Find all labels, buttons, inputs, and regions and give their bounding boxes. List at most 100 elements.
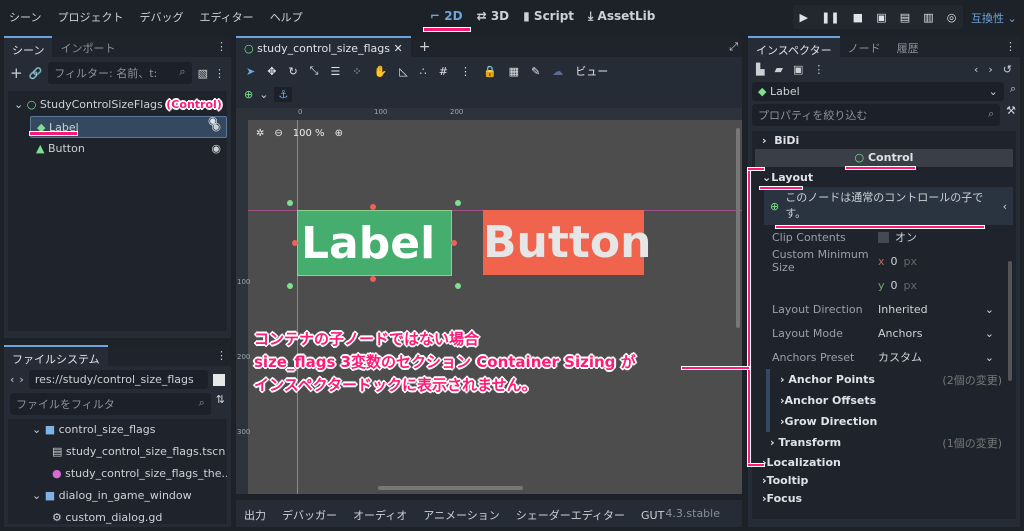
section-grow-direction[interactable]: › Grow Direction	[766, 411, 1016, 432]
workspace-assetlib[interactable]: ⤓ AssetLib	[588, 9, 655, 24]
horizontal-scrollbar[interactable]	[378, 486, 523, 490]
section-transform[interactable]: › Transform (1個の変更)	[752, 432, 1016, 453]
play-icon[interactable]: ▶	[800, 11, 808, 24]
file-item[interactable]: ▤ study_control_size_flags.tscn	[8, 441, 227, 463]
min-size-x-field[interactable]: x 0 px	[872, 250, 1000, 272]
file-item[interactable]: ⌄ ■ control_size_flags	[8, 419, 227, 441]
property-filter-input[interactable]: プロパティを絞り込む	[758, 107, 867, 123]
fullscreen-icon[interactable]: ⤢	[725, 36, 742, 57]
canvas-viewport[interactable]: 0 100 200 100 200 300 ✲ ⊖ 100 % ⊕ Label Button	[236, 108, 742, 494]
menu-icon[interactable]: ⋮	[212, 36, 231, 57]
back-icon[interactable]: ‹	[974, 63, 978, 76]
file-item[interactable]: ● study_control_size_flags_the...	[8, 463, 227, 485]
close-icon[interactable]: ✕	[393, 42, 402, 55]
section-anchor-points[interactable]: › Anchor Points (2個の変更)	[766, 369, 1016, 390]
file-item[interactable]: ⌄ ■ dialog_in_game_window	[8, 485, 227, 507]
section-localization[interactable]: › Localization	[752, 453, 1016, 471]
menu-scene[interactable]: シーン	[9, 11, 41, 24]
tab-debugger[interactable]: デバッガー	[282, 509, 337, 522]
tab-node[interactable]: ノード	[840, 36, 889, 57]
doc-icon[interactable]: ⌕	[1010, 82, 1016, 101]
scene-filter-input[interactable]: フィルター: 名前、t:	[54, 65, 157, 81]
visibility-icon[interactable]: ◉	[211, 138, 221, 160]
zoom-out-icon[interactable]: ⊖	[274, 128, 282, 139]
anchor-icon[interactable]: ⚓	[274, 87, 293, 102]
file-item[interactable]: ⚙ custom_dialog.gd	[8, 507, 227, 524]
workspace-script[interactable]: ▮ Script	[523, 9, 574, 24]
select-tool-icon[interactable]: ➤	[246, 65, 255, 78]
workspace-2d[interactable]: ⌐ 2D	[430, 9, 463, 24]
tab-filesystem[interactable]: ファイルシステム	[4, 345, 108, 366]
label-node[interactable]: Label	[297, 210, 452, 276]
menu-debug[interactable]: デバッグ	[139, 11, 183, 24]
history-icon[interactable]: ↺	[1003, 63, 1012, 76]
clip-contents-checkbox[interactable]: オン	[872, 226, 1000, 248]
new-resource-icon[interactable]: ▙	[756, 63, 764, 76]
layout-direction-select[interactable]: Inherited ⌄	[872, 298, 1000, 320]
tab-shader-editor[interactable]: シェーダーエディター	[516, 509, 625, 522]
section-tooltip[interactable]: › Tooltip	[752, 471, 1016, 489]
pause-icon[interactable]: ❚❚	[821, 11, 839, 24]
node-selector[interactable]: ◆ Label ⌄	[752, 82, 1004, 101]
stop-icon[interactable]: ■	[853, 11, 863, 24]
workspace-3d[interactable]: ⇄ 3D	[477, 9, 510, 24]
menu-help[interactable]: ヘルプ	[270, 11, 303, 24]
pan-icon[interactable]: ✋	[374, 65, 388, 78]
menu-icon[interactable]: ⋮	[1001, 36, 1020, 57]
add-node-icon[interactable]: +	[10, 64, 23, 82]
back-icon[interactable]: ‹	[10, 373, 14, 386]
section-bidi[interactable]: › BiDi	[752, 131, 1016, 149]
link-icon[interactable]: 🔗	[29, 67, 43, 80]
cloud-icon[interactable]: ☁	[552, 65, 563, 78]
tab-audio[interactable]: オーディオ	[353, 509, 407, 522]
tools-icon[interactable]: ⚒	[1006, 104, 1016, 126]
split-icon[interactable]	[213, 373, 225, 386]
attach-script-icon[interactable]: ▧	[198, 67, 208, 80]
forward-icon[interactable]: ›	[988, 63, 992, 76]
save-icon[interactable]: ▣	[793, 63, 803, 76]
path-input[interactable]: res://study/control_size_flags	[28, 370, 208, 389]
tab-inspector[interactable]: インスペクター	[748, 36, 840, 57]
menu-icon[interactable]: ⋮	[212, 345, 231, 366]
pivot-icon[interactable]: ⁘	[352, 65, 361, 78]
min-size-y-field[interactable]: y 0 px	[872, 274, 1000, 296]
list-icon[interactable]: ☰	[330, 65, 340, 78]
center-view-icon[interactable]: ✲	[256, 128, 264, 139]
forward-icon[interactable]: ›	[19, 373, 23, 386]
tab-import[interactable]: インポート	[52, 36, 123, 57]
add-anchor-icon[interactable]: ⊕	[244, 88, 253, 101]
rotate-tool-icon[interactable]: ↻	[288, 65, 297, 78]
play-scene-icon[interactable]: ▤	[900, 11, 910, 24]
tree-item-root[interactable]: ⌄ ○ StudyControlSizeFlags (Control) ◉	[8, 94, 227, 133]
view-menu[interactable]: ビュー	[575, 63, 608, 79]
visibility-icon[interactable]: ◉	[208, 114, 218, 127]
zoom-in-icon[interactable]: ⊕	[335, 128, 343, 139]
more-icon[interactable]: ⋮	[214, 67, 225, 80]
more-icon[interactable]: ⋮	[460, 65, 471, 78]
remote-icon[interactable]: ▣	[876, 11, 886, 24]
section-anchor-offsets[interactable]: › Anchor Offsets	[766, 390, 1016, 411]
tab-scene-file[interactable]: ○ study_control_size_flags ✕	[236, 36, 411, 57]
play-custom-icon[interactable]: ▥	[923, 11, 933, 24]
anchors-preset-select[interactable]: カスタム ⌄	[872, 346, 1000, 368]
menu-editor[interactable]: エディター	[199, 11, 253, 24]
add-tab-icon[interactable]: +	[411, 36, 439, 57]
group-icon[interactable]: ▦	[509, 65, 519, 78]
tab-output[interactable]: 出力	[244, 509, 266, 522]
lock-icon[interactable]: 🔒	[483, 65, 497, 78]
bone-icon[interactable]: ✎	[531, 65, 540, 78]
tab-animation[interactable]: アニメーション	[423, 509, 500, 522]
ruler-icon[interactable]: ◺	[399, 65, 407, 78]
tab-gut[interactable]: GUT	[641, 509, 664, 522]
vertical-scrollbar[interactable]	[736, 128, 740, 328]
layout-mode-select[interactable]: Anchors ⌄	[872, 322, 1000, 344]
collapse-icon[interactable]: ⌄	[14, 98, 23, 111]
zoom-level[interactable]: 100 %	[293, 128, 325, 139]
section-focus[interactable]: › Focus	[752, 489, 1016, 507]
file-filter-input[interactable]: ファイルをフィルタ	[16, 396, 115, 412]
section-layout[interactable]: ⌄ Layout	[752, 167, 1016, 187]
movie-icon[interactable]: ◎	[947, 11, 957, 24]
open-icon[interactable]: ▰	[774, 63, 782, 76]
tab-scene[interactable]: シーン	[4, 36, 53, 57]
move-tool-icon[interactable]: ✥	[267, 65, 276, 78]
